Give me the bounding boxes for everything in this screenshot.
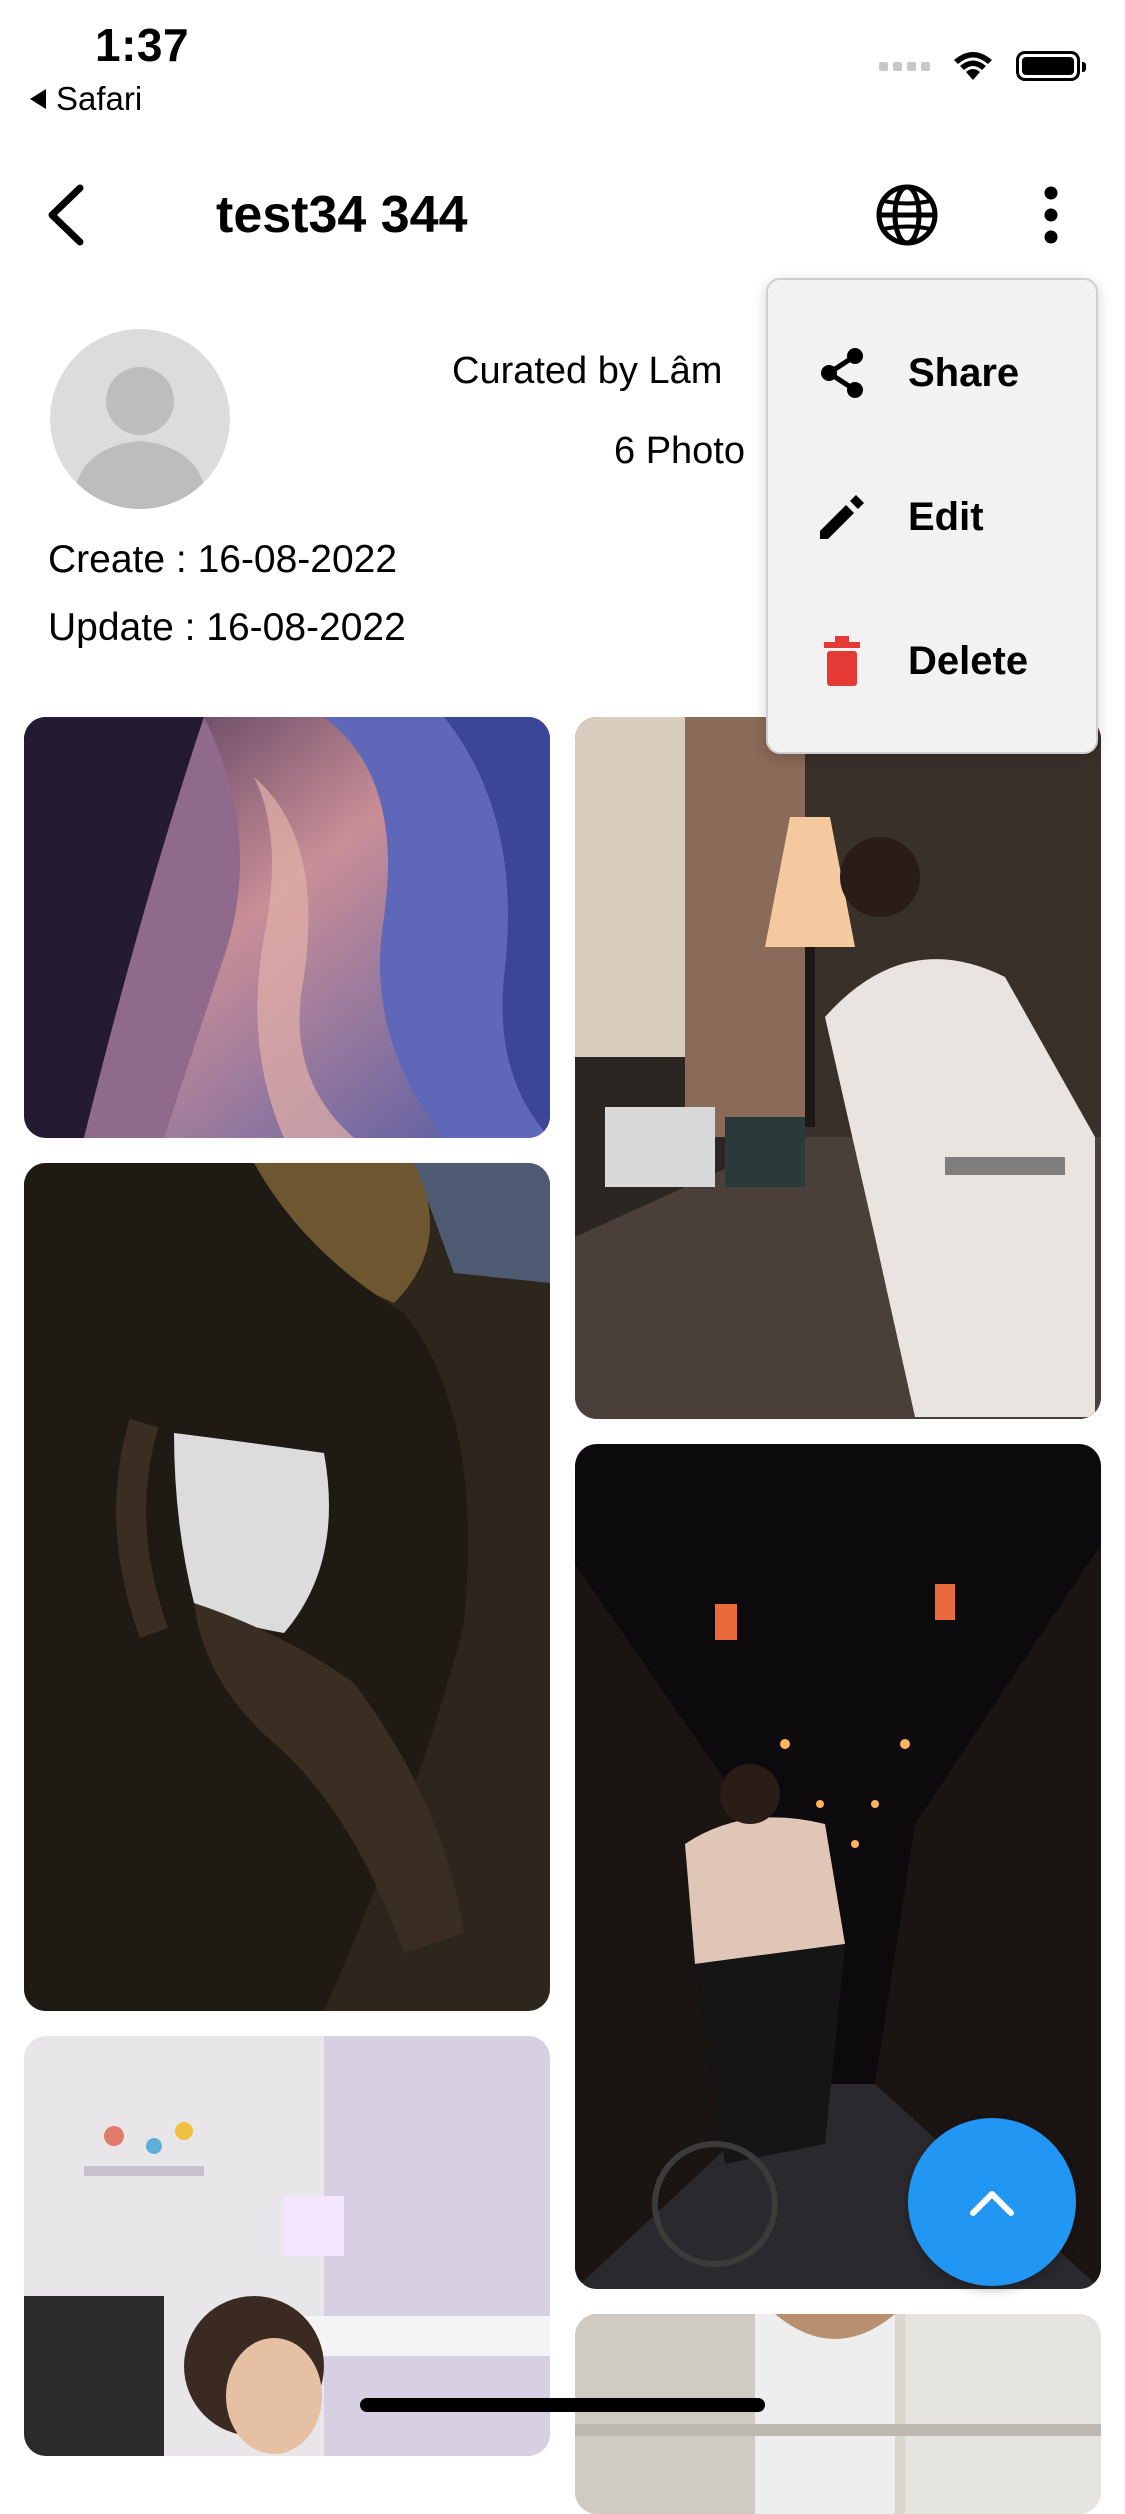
- status-time: 1:37: [95, 19, 190, 71]
- menu-item-edit[interactable]: Edit: [768, 462, 1096, 572]
- scroll-to-top-button[interactable]: [908, 2118, 1076, 2286]
- globe-button[interactable]: [872, 180, 942, 250]
- photo-canyon[interactable]: [24, 717, 550, 1138]
- edit-icon: [814, 489, 870, 545]
- photo-kitchen[interactable]: [575, 2314, 1101, 2514]
- photo-woman-on-rock[interactable]: [24, 1163, 550, 2011]
- share-icon: [814, 345, 870, 401]
- delete-icon: [814, 633, 870, 689]
- globe-icon: [876, 184, 938, 246]
- avatar: [50, 329, 230, 509]
- photo-count: 6 Photo: [614, 430, 745, 472]
- back-button[interactable]: [40, 180, 100, 250]
- update-date: Update : 16-08-2022: [48, 606, 406, 649]
- menu-item-share[interactable]: Share: [768, 318, 1096, 428]
- overflow-menu: Share Edit Delete: [766, 278, 1098, 754]
- curated-by-label: Curated by Lâm: [452, 350, 723, 392]
- menu-item-label: Delete: [908, 638, 1029, 683]
- more-vertical-icon: [1044, 186, 1058, 244]
- create-date: Create : 16-08-2022: [48, 538, 398, 581]
- chevron-up-icon: [970, 2191, 1014, 2216]
- photo-woman-at-desk[interactable]: [24, 2036, 550, 2456]
- more-options-button[interactable]: [1025, 180, 1077, 250]
- chevron-left-icon: [48, 184, 84, 246]
- menu-item-label: Edit: [908, 494, 984, 539]
- battery-icon: [1016, 51, 1086, 81]
- home-indicator: [360, 2398, 765, 2412]
- back-app-label: Safari: [56, 80, 143, 117]
- menu-item-label: Share: [908, 350, 1020, 395]
- menu-item-delete[interactable]: Delete: [768, 606, 1096, 716]
- page-title: test34 344: [216, 186, 468, 244]
- wifi-icon: [954, 52, 992, 80]
- back-to-safari[interactable]: Safari: [30, 80, 142, 118]
- cellular-signal-icon: [879, 61, 930, 71]
- status-indicators: [879, 50, 1086, 82]
- photo-man-at-desk[interactable]: [575, 717, 1101, 1419]
- user-silhouette-icon: [72, 367, 208, 509]
- back-triangle-icon: [30, 89, 46, 109]
